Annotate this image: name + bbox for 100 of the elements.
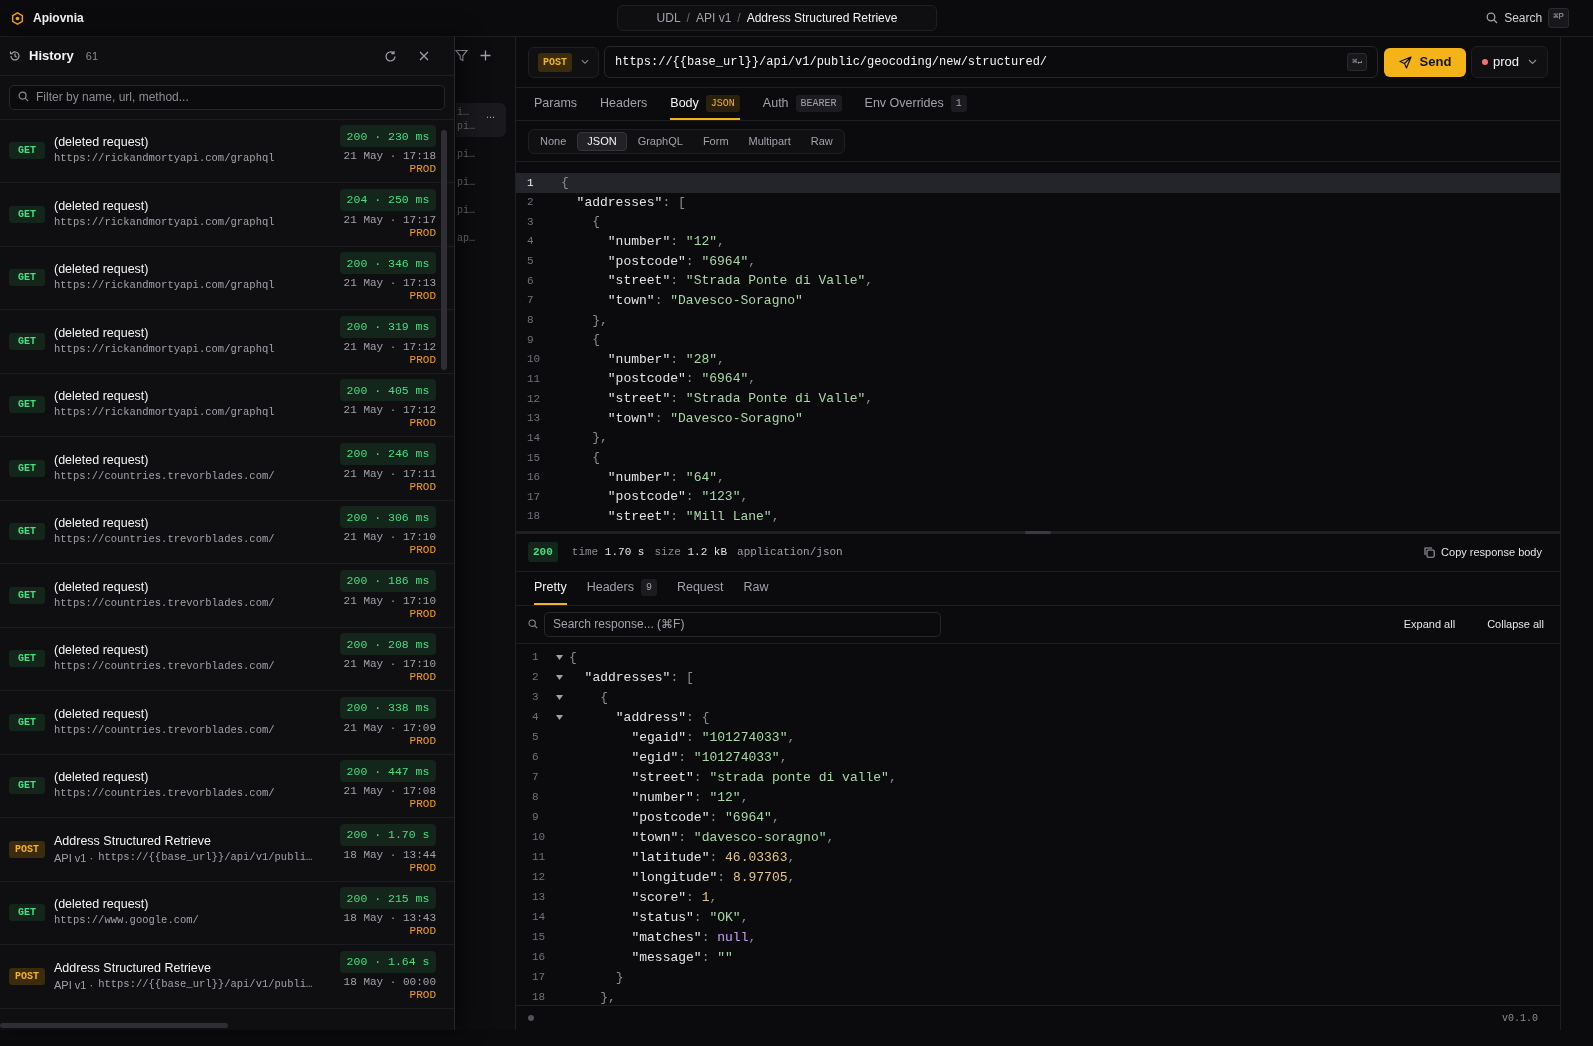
request-url: https://rickandmortyapi.com/graphql [54,278,275,294]
request-url: https://countries.trevorblades.com/ [54,595,275,611]
code-line: "number": "28", [606,350,725,369]
request-url: https://countries.trevorblades.com/ [54,659,275,675]
tab[interactable]: Request [676,571,724,605]
filter-icon[interactable] [455,49,468,62]
breadcrumb-item[interactable]: UDL [656,9,681,27]
history-row[interactable]: GET (deleted request) https://www.google.com/ 200 · 215 ms 18 May · 13:43 PROD [0,881,454,945]
code-line: "egid": "101274033", [630,748,788,767]
environment-select[interactable]: prod [1471,46,1548,78]
line-number: 12 [526,391,542,407]
request-title: (deleted request) [54,451,150,468]
method-badge: GET [9,332,45,350]
method-badge: GET [9,650,45,668]
request-date: 21 May · 17:13 [343,277,436,291]
method-badge: GET [9,586,45,604]
history-row[interactable]: GET (deleted request) https://countries.trevorblades.com/ 200 · 208 ms 21 May · 17:10 PROD [0,627,454,691]
body-type-option[interactable]: None [531,131,576,151]
tab[interactable]: Params [534,88,578,120]
tab[interactable]: Auth BEARER [762,88,842,120]
dot-icon [1482,59,1488,65]
line-number: 5 [526,254,535,270]
horizontal-scrollbar-thumb[interactable] [0,1023,228,1028]
line-number: 14 [526,430,542,446]
code-line: "number": "12", [630,788,749,807]
line-number: 8 [531,790,540,806]
resize-handle[interactable] [1025,530,1051,534]
request-date: 21 May · 17:11 [343,467,436,481]
tab[interactable]: Pretty [534,571,567,605]
filter-field[interactable]: Filter by name, url, method... [9,84,445,110]
collapse-caret-icon[interactable] [556,655,563,660]
more-menu-button[interactable]: ... [486,106,496,123]
collapse-caret-icon[interactable] [556,695,563,700]
shortcut-key: ⌘↵ [1347,53,1367,71]
history-row[interactable]: POST Address Structured Retrieve API v1 · https://{{base_url}}/api/v1/publi… 200 · 1.64 s 18 May · 00:00 PROD [0,945,454,1009]
line-number: 18 [526,509,542,525]
line-number: 7 [526,293,535,309]
request-title: (deleted request) [54,578,150,595]
code-line: "town": "Davesco-Soragno" [606,291,803,310]
request-title: (deleted request) [54,896,150,913]
send-button[interactable]: Send [1384,47,1466,77]
code-line: } [614,968,624,987]
line-number: 2 [531,670,540,686]
history-row[interactable]: GET (deleted request) https://countries.trevorblades.com/ 200 · 186 ms 21 May · 17:10 PROD [0,564,454,628]
line-number: 12 [531,870,547,886]
body-type-option[interactable]: JSON [577,131,627,151]
tab[interactable]: Body JSON [670,88,740,120]
body-type-option[interactable]: Multipart [739,131,800,151]
line-number: 10 [526,352,542,368]
code-line: "street": "Strada Ponte di Valle", [606,390,874,409]
line-number: 6 [526,273,535,289]
plus-icon[interactable] [480,50,491,61]
panel-title: History [29,47,74,66]
response-search-field[interactable]: Search response... (⌘F) [544,611,941,637]
breadcrumb-item[interactable]: API v1 [695,9,732,27]
collapse-caret-icon[interactable] [556,675,563,680]
tab[interactable]: Headers [600,88,648,120]
copy-response-button[interactable]: Copy response body [1424,543,1542,561]
refresh-icon[interactable] [384,49,397,63]
collapse-caret-icon[interactable] [556,715,563,720]
request-url: https://countries.trevorblades.com/ [54,722,275,738]
chevron-down-icon [1528,59,1537,65]
history-row[interactable]: GET (deleted request) https://rickandmortyapi.com/graphql 200 · 230 ms 21 May · 17:18 PROD [0,119,454,183]
code-line: "postcode": "6964", [606,370,757,389]
body-type-option[interactable]: GraphQL [628,131,692,151]
request-date: 21 May · 17:18 [343,150,436,164]
code-line: { [591,449,601,468]
response-time: time 1.70 s [571,544,645,560]
request-date: 21 May · 17:10 [343,531,436,545]
body-type-option[interactable]: Raw [801,131,842,151]
scrollbar-thumb[interactable] [441,129,447,370]
close-icon[interactable] [419,51,429,61]
tab[interactable]: Env Overrides 1 [864,88,967,120]
status-pill: 200 · 215 ms [340,887,436,910]
environment-label: PROD [409,861,436,875]
collapse-all-button[interactable]: Collapse all [1487,615,1544,633]
body-type-option[interactable]: Form [693,131,738,151]
code-line: "town": "Davesco-Soragno" [606,409,803,428]
history-row[interactable]: GET (deleted request) https://countries.trevorblades.com/ 200 · 306 ms 21 May · 17:10 PROD [0,500,454,564]
url-field[interactable]: https://{{base_url}}/api/v1/public/geocoding/new/structured/ ⌘↵ [604,46,1378,78]
history-row[interactable]: POST Address Structured Retrieve API v1 · https://{{base_url}}/api/v1/publi… 200 · 1.70 s 18 May · 13:44 PROD [0,818,454,882]
breadcrumb-item[interactable]: Address Structured Retrieve [746,9,898,27]
history-row[interactable]: GET (deleted request) https://rickandmortyapi.com/graphql 200 · 405 ms 21 May · 17:12 PROD [0,373,454,437]
history-row[interactable]: GET (deleted request) https://countries.trevorblades.com/ 200 · 447 ms 21 May · 17:08 PROD [0,754,454,818]
history-row[interactable]: GET (deleted request) https://countries.trevorblades.com/ 200 · 338 ms 21 May · 17:09 PROD [0,691,454,755]
line-number: 17 [526,489,542,505]
expand-all-button[interactable]: Expand all [1403,615,1456,633]
environment-label: PROD [409,671,436,685]
history-row[interactable]: GET (deleted request) https://countries.trevorblades.com/ 200 · 246 ms 21 May · 17:11 PROD [0,437,454,501]
tab[interactable]: Raw [743,571,769,605]
project-name: API v1 · [54,850,94,866]
request-title: (deleted request) [54,134,150,151]
search-button[interactable]: Search ⌘P [1486,8,1569,28]
tab[interactable]: Headers 9 [586,571,657,605]
status-pill: 200 · 1.64 s [340,950,436,973]
status-pill: 200 · 338 ms [340,696,436,719]
request-url: https://rickandmortyapi.com/graphql [54,151,275,167]
code-line: }, [599,988,616,1005]
method-select[interactable]: POST [528,46,599,78]
request-title: (deleted request) [54,515,150,532]
